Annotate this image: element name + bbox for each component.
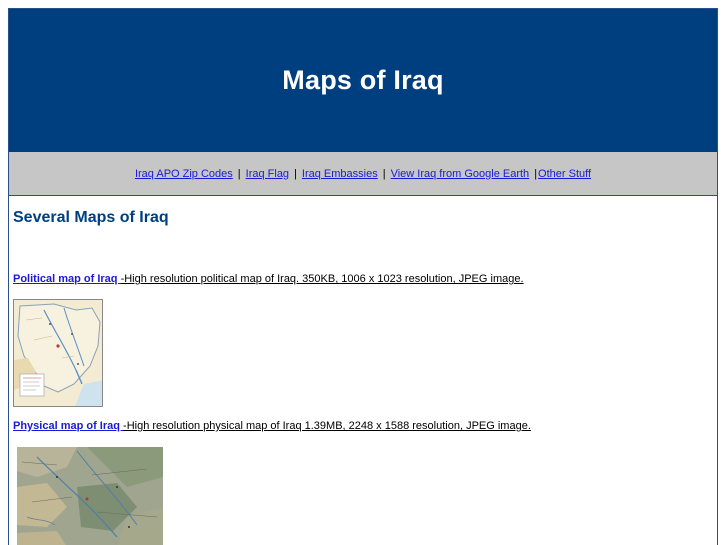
nav-link-other-stuff[interactable]: Other Stuff [538,168,591,180]
physical-map-link[interactable]: Physical map of Iraq [13,420,123,432]
page-title: Maps of Iraq [282,65,444,95]
physical-map-icon [17,447,163,545]
nav-link-google-earth[interactable]: View Iraq from Google Earth [391,168,530,180]
nav-link-iraq-embassies[interactable]: Iraq Embassies [302,168,378,180]
map-entry-physical: Physical map of Iraq -High resolution ph… [13,420,531,432]
physical-map-description: -High resolution physical map of Iraq 1.… [123,420,531,432]
nav-separator: | [237,167,241,180]
nav-separator: | [534,167,538,180]
page-frame: Maps of Iraq Iraq APO Zip Codes | Iraq F… [8,8,718,545]
section-title: Several Maps of Iraq [13,209,169,226]
main-content: Several Maps of Iraq Political map of Ir… [13,209,713,545]
political-map-link[interactable]: Political map of Iraq [13,273,121,285]
political-map-description: -High resolution political map of Iraq. … [120,273,524,285]
nav-link-iraq-flag[interactable]: Iraq Flag [246,168,289,180]
nav-link-apo-zip-codes[interactable]: Iraq APO Zip Codes [135,168,233,180]
nav-separator: | [382,167,386,180]
political-map-icon [14,300,102,406]
nav-separator: | [294,167,297,180]
physical-map-thumbnail[interactable] [17,447,163,545]
nav-bar: Iraq APO Zip Codes | Iraq Flag | Iraq Em… [9,152,717,196]
map-entry-political: Political map of Iraq -High resolution p… [13,273,524,285]
page-header: Maps of Iraq [9,9,717,152]
political-map-thumbnail[interactable] [13,299,103,407]
